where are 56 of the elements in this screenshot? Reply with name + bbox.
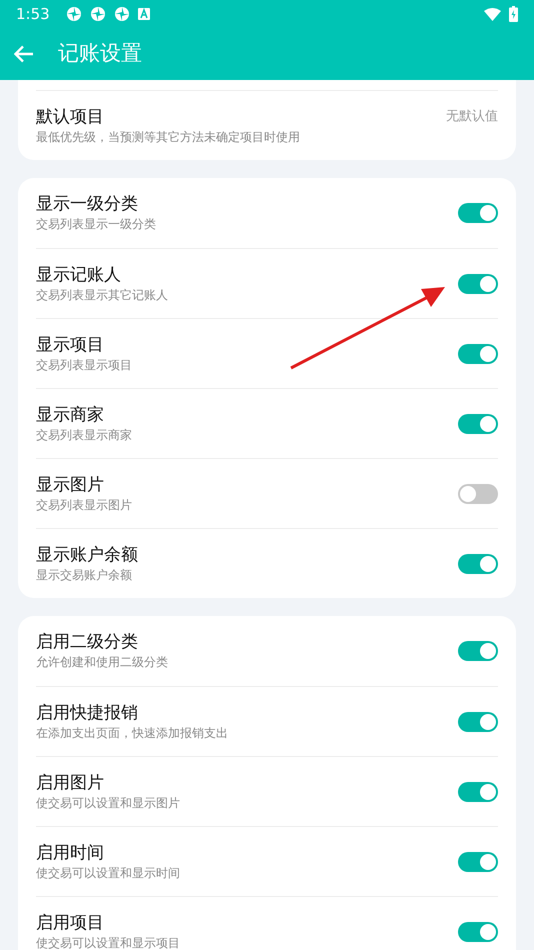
setting-description: 交易列表显示图片 [36,498,133,514]
setting-description: 使交易可以设置和显示图片 [36,796,181,812]
toggle-switch[interactable] [458,554,498,574]
setting-description: 使交易可以设置和显示时间 [36,866,181,882]
settings-row[interactable]: 显示一级分类 交易列表显示一级分类 [36,178,498,248]
settings-row[interactable]: 启用时间 使交易可以设置和显示时间 [36,826,498,896]
toggle-switch[interactable] [458,852,498,872]
setting-title: 显示项目 [36,334,105,356]
screen-title: 记账设置 [58,40,142,68]
settings-row[interactable]: 启用项目 使交易可以设置和显示项目 [36,896,498,950]
setting-title: 默认项目 [36,106,105,128]
toggle-switch[interactable] [458,641,498,661]
app-notification-icon [114,6,130,22]
setting-description: 在添加支出页面，快速添加报销支出 [36,726,229,742]
setting-description: 显示交易账户余额 [36,568,133,584]
toggle-switch[interactable] [458,414,498,434]
setting-title: 显示账户余额 [36,544,139,566]
setting-title: 启用项目 [36,912,105,934]
app-notification-icon [66,6,82,22]
toggle-switch[interactable] [458,344,498,364]
toggle-switch[interactable] [458,203,498,223]
app-notification-icon [90,6,106,22]
clock-time: 1:53 [16,4,50,25]
toggle-switch[interactable] [458,782,498,802]
setting-description: 最低优先级，当预测等其它方法未确定项目时使用 [36,130,301,146]
setting-title: 显示记账人 [36,264,122,286]
setting-title: 显示商家 [36,404,105,426]
settings-row[interactable]: 显示图片 交易列表显示图片 [36,458,498,528]
setting-value: 无默认值 [446,108,498,126]
battery-charging-icon [509,6,518,22]
settings-row[interactable]: 启用二级分类 允许创建和使用二级分类 [36,616,498,686]
settings-row[interactable]: 显示账户余额 显示交易账户余额 [36,528,498,598]
settings-row[interactable]: 显示商家 交易列表显示商家 [36,388,498,458]
setting-title: 启用二级分类 [36,631,139,654]
setting-title: 显示图片 [36,474,105,496]
setting-description: 使交易可以设置和显示项目 [36,936,181,950]
toggle-switch[interactable] [458,274,498,294]
back-arrow-icon[interactable] [14,45,34,63]
setting-title: 显示一级分类 [36,193,139,216]
settings-row[interactable]: 默认项目 最低优先级，当预测等其它方法未确定项目时使用 无默认值 [36,90,498,160]
toggle-switch[interactable] [458,922,498,942]
setting-title: 启用快捷报销 [36,702,139,724]
setting-description: 交易列表显示项目 [36,358,133,374]
toggle-switch[interactable] [458,712,498,732]
setting-description: 交易列表显示其它记账人 [36,288,169,304]
setting-title: 启用图片 [36,772,105,794]
keyboard-notification-icon [138,8,150,20]
setting-description: 交易列表显示商家 [36,428,133,444]
setting-title: 启用时间 [36,842,105,864]
toggle-switch[interactable] [458,484,498,504]
settings-row[interactable]: 显示项目 交易列表显示项目 [36,318,498,388]
wifi-icon [484,8,501,20]
settings-row[interactable]: 启用图片 使交易可以设置和显示图片 [36,756,498,826]
setting-description: 允许创建和使用二级分类 [36,655,169,671]
setting-description: 交易列表显示一级分类 [36,217,157,233]
settings-row[interactable]: 启用快捷报销 在添加支出页面，快速添加报销支出 [36,686,498,756]
